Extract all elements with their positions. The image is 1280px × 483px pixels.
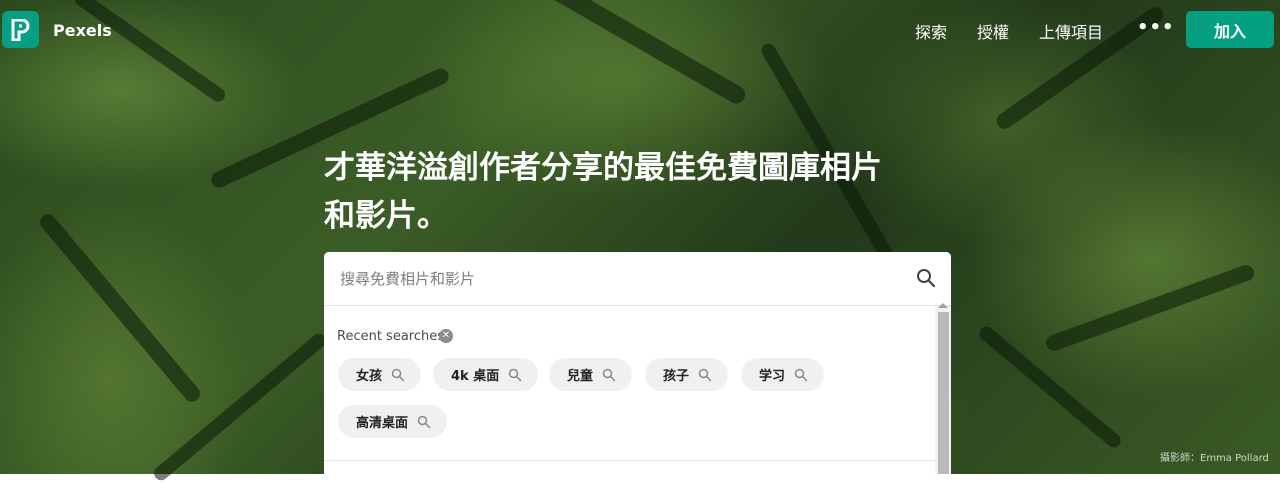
hero-headline: 才華洋溢創作者分享的最佳免費圖庫相片 和影片。 [324,144,964,240]
brand-name[interactable]: Pexels [53,21,112,40]
clear-recent-icon[interactable]: ✕ [439,329,453,343]
recent-search-chip[interactable]: 兒童 [549,358,633,391]
more-menu-icon[interactable]: ••• [1137,17,1175,38]
headline-line-1: 才華洋溢創作者分享的最佳免費圖庫相片 [324,150,882,186]
recent-search-chip[interactable]: 女孩 [338,358,422,391]
search-icon [698,368,712,381]
search-card: Recent searches ✕ 女孩 4k 桌面 兒童 孩子 学习 高清桌面 [324,252,951,482]
search-icon[interactable] [916,268,936,288]
nav-upload[interactable]: 上傳項目 [1039,19,1103,43]
recent-search-chip[interactable]: 4k 桌面 [433,358,539,391]
dropdown-scrollbar-thumb[interactable] [938,312,949,474]
chip-label: 孩子 [663,369,690,384]
search-icon [391,368,405,381]
search-icon [794,368,808,381]
chip-label: 兒童 [567,369,594,384]
recent-searches-label: Recent searches [337,329,445,344]
search-icon [602,368,616,381]
join-button[interactable]: 加入 [1186,11,1274,48]
nav-explore[interactable]: 探索 [915,19,947,43]
pexels-logo[interactable] [2,11,39,48]
recent-search-chip[interactable]: 孩子 [645,358,729,391]
chip-label: 高清桌面 [356,416,409,431]
chip-label: 学习 [759,369,786,384]
search-icon [417,415,431,428]
dropdown-divider [324,460,935,461]
search-input[interactable] [324,252,951,306]
search-icon [508,368,522,381]
scroll-up-arrow-icon[interactable] [938,303,948,308]
nav-license[interactable]: 授權 [977,19,1009,43]
headline-line-2: 和影片。 [324,198,448,234]
chip-label: 4k 桌面 [451,369,500,384]
recent-search-chip[interactable]: 高清桌面 [338,405,448,438]
photo-credit[interactable]: 攝影師：Emma Pollard [1160,449,1269,464]
pexels-logo-icon [11,19,30,41]
recent-search-chip[interactable]: 学习 [741,358,825,391]
chip-label: 女孩 [356,369,383,384]
